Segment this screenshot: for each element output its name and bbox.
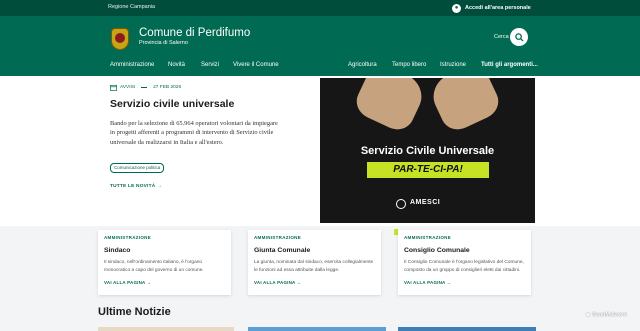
article-category[interactable]: AVVISI	[120, 85, 135, 90]
search-button[interactable]	[510, 28, 528, 46]
user-icon: ●	[452, 3, 461, 13]
all-news-link[interactable]: TUTTE LE NOVITÀ →	[110, 184, 162, 189]
news-thumbnail[interactable]	[398, 327, 536, 331]
nav-vivere-il-comune[interactable]: Vivere il Comune	[233, 62, 279, 68]
search-icon	[514, 32, 524, 42]
card-title[interactable]: Consiglio Comunale	[404, 247, 470, 254]
card-category: AMMINISTRAZIONE	[404, 235, 451, 240]
site-header: Comune di Perdifumo Provincia di Salerno…	[0, 16, 640, 76]
watermark: ◈ ScanMalware	[586, 312, 627, 318]
watermark-text: ScanMalware	[592, 312, 628, 318]
card-link-label: VAI ALLA PAGINA	[104, 280, 146, 285]
shield-icon: ◈	[586, 312, 591, 318]
coat-of-arms-logo[interactable]	[111, 28, 129, 50]
login-label: Accedi all'area personale	[465, 5, 531, 11]
poster-logo-text: AMESCI	[410, 199, 441, 206]
card-link-label: VAI ALLA PAGINA	[254, 280, 296, 285]
card-consiglio-comunale[interactable]: AMMINISTRAZIONE Consiglio Comunale Il Co…	[398, 230, 531, 295]
card-link-label: VAI ALLA PAGINA	[404, 280, 446, 285]
latest-news-heading: Ultime Notizie	[98, 306, 171, 318]
poster-slogan: PAR-TE-CI-PA!	[367, 162, 489, 178]
left-hand-shape	[351, 78, 429, 136]
news-thumbnail[interactable]	[98, 327, 234, 331]
featured-image[interactable]: Servizio Civile Universale PAR-TE-CI-PA!…	[320, 78, 535, 223]
arrow-right-icon: →	[446, 280, 452, 285]
topic-tag[interactable]: Comunicazione politica	[110, 163, 165, 173]
right-hand-shape	[426, 78, 504, 136]
nav-amministrazione[interactable]: Amministrazione	[110, 62, 154, 68]
site-subtitle: Provincia di Salerno	[139, 40, 188, 46]
nav-istruzione[interactable]: Istruzione	[440, 62, 466, 68]
site-title[interactable]: Comune di Perdifumo	[139, 27, 250, 39]
article-title[interactable]: Servizio civile universale	[110, 98, 234, 110]
nav-tempo-libero[interactable]: Tempo libero	[392, 62, 426, 68]
article-date: 27 FEB 2026	[153, 85, 182, 90]
region-link[interactable]: Regione Campania	[108, 4, 155, 10]
card-sindaco[interactable]: AMMINISTRAZIONE Sindaco Il sindaco, nell…	[98, 230, 231, 295]
search-label: Cerca	[494, 34, 509, 40]
nav-servizi[interactable]: Servizi	[201, 62, 219, 68]
card-link[interactable]: VAI ALLA PAGINA →	[104, 280, 152, 285]
card-category: AMMINISTRAZIONE	[104, 235, 151, 240]
card-description: Il sindaco, nell'ordinamento italiano, è…	[104, 260, 204, 273]
arrow-right-icon: →	[146, 280, 152, 285]
card-description: Il Consiglio Comunale è l'organo legisla…	[404, 260, 524, 273]
all-news-label: TUTTE LE NOVITÀ	[110, 184, 156, 189]
article-meta: AVVISI 27 FEB 2026	[110, 84, 181, 91]
login-button[interactable]: ● Accedi all'area personale	[452, 2, 531, 14]
top-bar: Regione Campania ● Accedi all'area perso…	[0, 0, 640, 16]
card-category: AMMINISTRAZIONE	[254, 235, 301, 240]
card-description: La giunta, nominata dal sindaco, esercit…	[254, 260, 374, 273]
nav-all-topics[interactable]: Tutti gli argomenti...	[481, 62, 538, 68]
poster-emblem-icon	[396, 199, 406, 209]
arrow-right-icon: →	[156, 184, 162, 189]
card-link[interactable]: VAI ALLA PAGINA →	[404, 280, 452, 285]
nav-agricoltura[interactable]: Agricoltura	[348, 62, 377, 68]
arrow-right-icon: →	[296, 280, 302, 285]
card-title[interactable]: Sindaco	[104, 247, 130, 254]
calendar-icon	[110, 84, 117, 91]
poster-title: Servizio Civile Universale	[360, 145, 495, 157]
article-excerpt: Bando per la selezione di 65.964 operato…	[110, 120, 278, 146]
news-thumbnail[interactable]	[248, 327, 386, 331]
card-link[interactable]: VAI ALLA PAGINA →	[254, 280, 302, 285]
card-title[interactable]: Giunta Comunale	[254, 247, 310, 254]
nav-novita[interactable]: Novità	[168, 62, 185, 68]
card-giunta-comunale[interactable]: AMMINISTRAZIONE Giunta Comunale La giunt…	[248, 230, 381, 295]
